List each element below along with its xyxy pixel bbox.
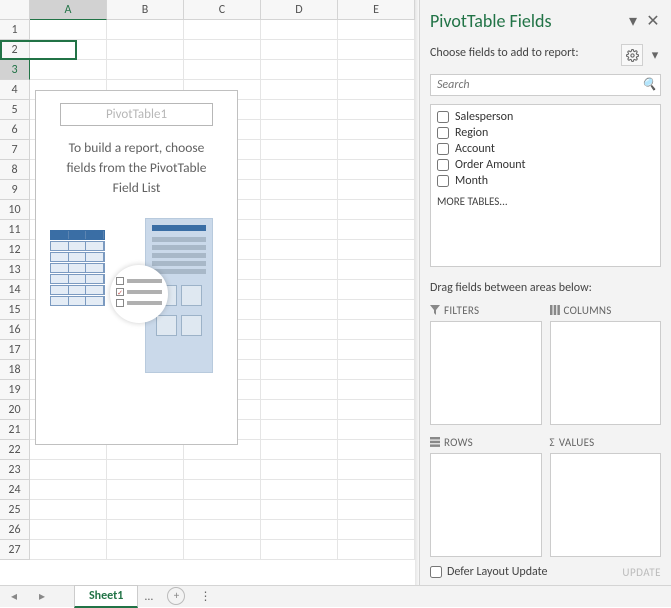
update-button[interactable]: UPDATE — [622, 566, 661, 579]
field-label: Month — [455, 174, 488, 188]
filters-header: FILTERS — [430, 301, 542, 319]
row-header-17[interactable]: 17 — [0, 340, 30, 360]
defer-checkbox[interactable] — [430, 566, 442, 578]
row-header-16[interactable]: 16 — [0, 320, 30, 340]
row-header-3[interactable]: 3 — [0, 60, 30, 80]
columns-icon — [550, 305, 560, 315]
rows-header: ROWS — [430, 433, 542, 451]
row-header-20[interactable]: 20 — [0, 400, 30, 420]
defer-label: Defer Layout Update — [447, 565, 548, 579]
rows-icon — [430, 437, 440, 447]
gear-dropdown-icon[interactable]: ▾ — [649, 44, 661, 66]
pivot-placeholder: PivotTable1 To build a report, choose fi… — [35, 90, 238, 445]
row-header-6[interactable]: 6 — [0, 120, 30, 140]
field-label: Order Amount — [455, 158, 526, 172]
row-header-11[interactable]: 11 — [0, 220, 30, 240]
row-header-5[interactable]: 5 — [0, 100, 30, 120]
field-checkbox[interactable] — [437, 127, 449, 139]
rows-area[interactable] — [430, 453, 542, 557]
row-header-22[interactable]: 22 — [0, 440, 30, 460]
sheet-tab-active[interactable]: Sheet1 — [74, 585, 138, 608]
field-checkbox[interactable] — [437, 143, 449, 155]
sigma-icon: Σ — [550, 436, 555, 449]
new-sheet-button[interactable]: + — [167, 587, 185, 605]
field-list[interactable]: Salesperson Region Account Order Amount Mont… — [430, 104, 661, 267]
sheet-tab-more[interactable]: ... — [138, 587, 159, 607]
row-header-26[interactable]: 26 — [0, 520, 30, 540]
row-header-1[interactable]: 1 — [0, 20, 30, 40]
field-account[interactable]: Account — [437, 141, 654, 157]
row-header-23[interactable]: 23 — [0, 460, 30, 480]
filter-icon — [430, 305, 440, 315]
columns-area[interactable] — [550, 321, 662, 425]
col-header-D[interactable]: D — [261, 0, 338, 20]
row-header-24[interactable]: 24 — [0, 480, 30, 500]
field-search[interactable]: 🔍 — [430, 74, 661, 96]
row-header-9[interactable]: 9 — [0, 180, 30, 200]
row-header-10[interactable]: 10 — [0, 200, 30, 220]
col-header-C[interactable]: C — [184, 0, 261, 20]
row-header-4[interactable]: 4 — [0, 80, 30, 100]
values-area[interactable] — [550, 453, 662, 557]
row-header-13[interactable]: 13 — [0, 260, 30, 280]
row-header-18[interactable]: 18 — [0, 360, 30, 380]
col-header-A[interactable]: A — [30, 0, 107, 20]
search-input[interactable] — [431, 75, 638, 95]
row-header-19[interactable]: 19 — [0, 380, 30, 400]
worksheet[interactable]: ABCDE 1234567891011121314151617181920212… — [0, 0, 415, 585]
drag-label: Drag fields between areas below: — [430, 281, 661, 295]
filters-area[interactable] — [430, 321, 542, 425]
field-label: Salesperson — [455, 110, 513, 124]
col-header-E[interactable]: E — [338, 0, 415, 20]
row-header-7[interactable]: 7 — [0, 140, 30, 160]
active-cell[interactable] — [0, 40, 77, 60]
select-all-corner[interactable] — [0, 0, 30, 20]
row-header-12[interactable]: 12 — [0, 240, 30, 260]
field-month[interactable]: Month — [437, 173, 654, 189]
tab-scroll-left[interactable]: ◂ — [0, 589, 28, 607]
row-header-8[interactable]: 8 — [0, 160, 30, 180]
row-header-25[interactable]: 25 — [0, 500, 30, 520]
gear-icon[interactable] — [621, 44, 643, 66]
tab-scroll-right[interactable]: ▸ — [28, 589, 56, 607]
more-tables-link[interactable]: MORE TABLES... — [437, 195, 654, 208]
sheet-tab-bar: ◂ ▸ Sheet1 ... + ⋮ — [0, 585, 671, 607]
field-salesperson[interactable]: Salesperson — [437, 109, 654, 125]
panel-title: PivotTable Fields — [430, 10, 621, 32]
field-checkbox[interactable] — [437, 159, 449, 171]
tab-menu-icon[interactable]: ⋮ — [193, 586, 217, 607]
field-region[interactable]: Region — [437, 125, 654, 141]
row-header-15[interactable]: 15 — [0, 300, 30, 320]
columns-header: COLUMNS — [550, 301, 662, 319]
field-checkbox[interactable] — [437, 175, 449, 187]
field-label: Account — [455, 142, 495, 156]
row-header-14[interactable]: 14 — [0, 280, 30, 300]
field-label: Region — [455, 126, 488, 140]
dropdown-icon[interactable]: ▾ — [625, 13, 641, 29]
row-header-27[interactable]: 27 — [0, 540, 30, 560]
values-header: ΣVALUES — [550, 433, 662, 451]
close-icon[interactable]: ✕ — [645, 13, 661, 29]
field-checkbox[interactable] — [437, 111, 449, 123]
pivot-fields-panel: PivotTable Fields ▾ ✕ Choose fields to a… — [419, 0, 671, 585]
pivot-illustration: ✓ — [50, 218, 223, 378]
row-header-21[interactable]: 21 — [0, 420, 30, 440]
col-header-B[interactable]: B — [107, 0, 184, 20]
search-icon[interactable]: 🔍 — [638, 75, 660, 95]
field-order-amount[interactable]: Order Amount — [437, 157, 654, 173]
panel-subtitle: Choose fields to add to report: — [430, 46, 615, 60]
pivot-name: PivotTable1 — [60, 103, 213, 126]
